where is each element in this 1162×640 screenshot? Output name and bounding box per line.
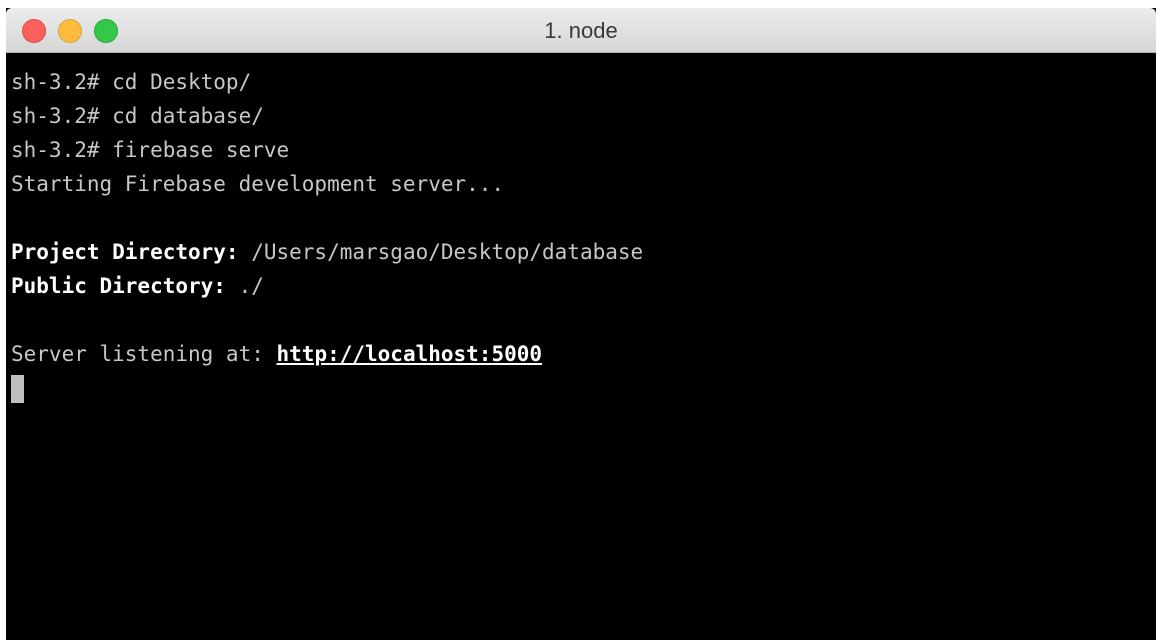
public-directory-line: Public Directory: ./: [11, 269, 1156, 303]
window-title: 1. node: [544, 18, 618, 43]
title-bar[interactable]: 1. node: [6, 8, 1156, 53]
project-directory-label: Project Directory:: [11, 240, 239, 264]
public-directory-value: ./: [225, 274, 264, 298]
prompt-line: [11, 371, 1156, 405]
project-directory-line: Project Directory: /Users/marsgao/Deskto…: [11, 235, 1156, 269]
terminal-line: Starting Firebase development server...: [11, 172, 505, 196]
project-directory-value: /Users/marsgao/Desktop/database: [238, 240, 644, 264]
server-listening-line: Server listening at: http://localhost:50…: [11, 337, 1156, 371]
public-directory-label: Public Directory:: [11, 274, 226, 298]
terminal-line: sh-3.2# cd database/: [11, 104, 264, 128]
terminal-window: 1. node sh-3.2# cd Desktop/ sh-3.2# cd d…: [6, 8, 1156, 640]
server-url-link[interactable]: http://localhost:5000: [277, 342, 543, 366]
server-listening-label: Server listening at:: [11, 342, 277, 366]
terminal-output[interactable]: sh-3.2# cd Desktop/ sh-3.2# cd database/…: [6, 53, 1156, 640]
terminal-cursor: [11, 375, 24, 403]
terminal-line: sh-3.2# firebase serve: [11, 138, 290, 162]
terminal-line: sh-3.2# cd Desktop/: [11, 70, 252, 94]
